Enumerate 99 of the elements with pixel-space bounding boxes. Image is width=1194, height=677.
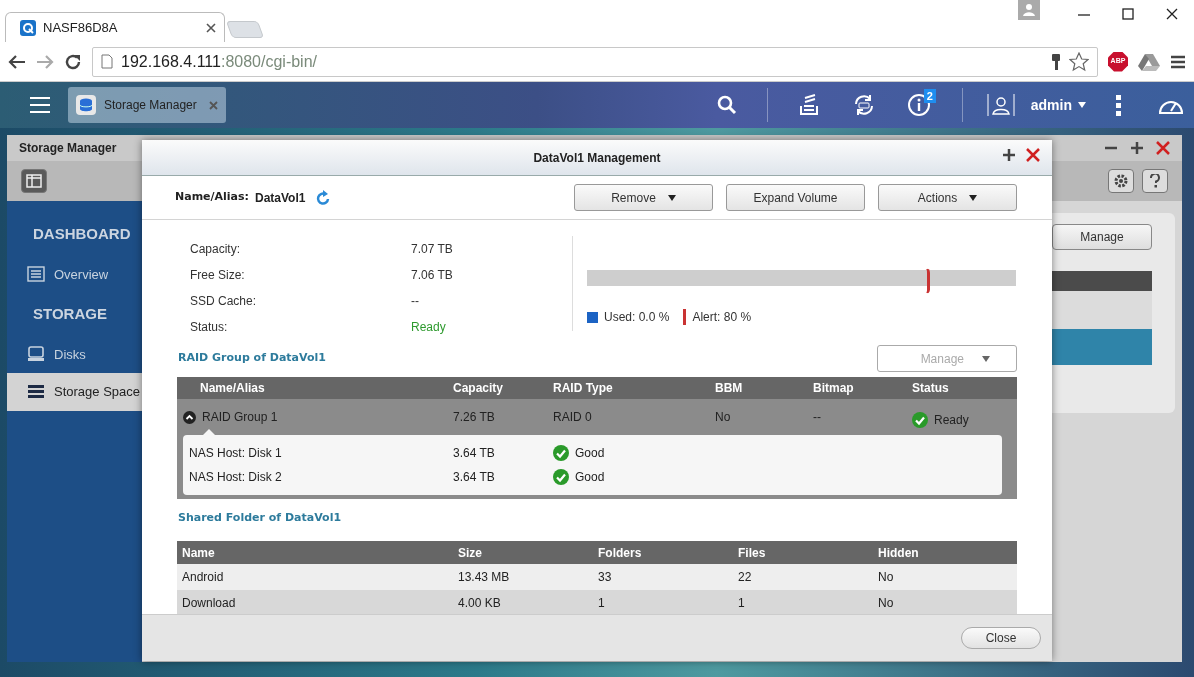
help-icon	[1150, 174, 1160, 188]
info-value: 7.06 TB	[411, 267, 453, 284]
notification-count: 2	[923, 89, 936, 103]
column-header: RAID Type	[553, 380, 614, 397]
dropdown-button[interactable]: Remove	[574, 184, 713, 211]
user-menu[interactable]: admin	[1030, 94, 1086, 116]
info-value: --	[411, 293, 419, 310]
column-header: Size	[457, 544, 483, 562]
table-cell-text: RAID 0	[553, 409, 593, 426]
check-icon	[553, 445, 569, 461]
dropdown-button[interactable]: Actions	[878, 184, 1017, 211]
column-header: Status	[912, 380, 950, 397]
collapse-icon[interactable]	[183, 410, 196, 424]
address-field[interactable]: 192.168.4.111:8080/cgi-bin/	[92, 46, 1098, 77]
manage-button[interactable]: Manage	[1052, 224, 1152, 250]
status-text: Good	[575, 445, 605, 462]
key-icon[interactable]	[1051, 52, 1061, 71]
stack-icon	[27, 383, 45, 400]
q-logo-icon	[20, 19, 36, 36]
table-cell-text: --	[813, 409, 822, 426]
maximize-icon[interactable]	[1130, 141, 1144, 155]
sidebar-item[interactable]: Overview	[7, 255, 142, 293]
info-label: Free Size:	[190, 267, 246, 284]
maximize-icon[interactable]	[1002, 148, 1016, 162]
layout-icon	[26, 174, 42, 188]
legend-label: Alert: 80 %	[692, 309, 752, 326]
info-value: Ready	[411, 319, 446, 336]
section-heading: RAID Group of DataVol1	[177, 350, 326, 367]
status-text: Ready	[934, 411, 969, 429]
refresh-icon[interactable]	[315, 189, 332, 206]
table-cell-text: 3.64 TB	[453, 469, 496, 486]
table-cell-text: 1	[737, 595, 746, 612]
table-cell-text: 33	[597, 569, 613, 586]
table-cell-text: RAID Group 1	[202, 409, 278, 426]
legend-label: Used: 0.0 %	[604, 309, 670, 326]
window-title: Storage Manager	[19, 140, 117, 157]
reload-icon[interactable]	[64, 52, 82, 71]
list-icon	[27, 266, 45, 283]
info-label: Status:	[190, 319, 229, 336]
sidebar-item[interactable]: Storage Space	[7, 373, 142, 411]
menu-icon[interactable]	[1170, 53, 1186, 70]
legend-swatch	[683, 309, 687, 325]
dialog-title: DataVol1 Management	[533, 149, 661, 167]
settings-button[interactable]	[1108, 169, 1134, 193]
database-icon	[76, 95, 96, 115]
column-header: Name	[181, 544, 216, 562]
column-header: Files	[737, 544, 767, 562]
action-button[interactable]: Expand Volume	[726, 184, 865, 211]
table-cell-text: 13.43 MB	[457, 569, 511, 586]
section-heading: DASHBOARD	[32, 224, 132, 244]
app-tab[interactable]: Storage Manager	[68, 87, 226, 123]
page-icon	[101, 54, 113, 69]
name-value: DataVol1	[255, 189, 306, 207]
section-heading: STORAGE	[32, 304, 108, 324]
check-icon	[553, 469, 569, 485]
help-button[interactable]	[1142, 169, 1168, 193]
table-cell-text: 3.64 TB	[453, 445, 496, 462]
info-value: 7.07 TB	[411, 241, 453, 258]
column-header: Name/Alias	[199, 380, 266, 397]
disk-icon	[27, 346, 45, 363]
info-label: SSD Cache:	[190, 293, 258, 310]
menu-icon[interactable]	[30, 97, 50, 113]
check-icon	[912, 411, 928, 428]
table-cell-text: No	[715, 409, 732, 426]
table-cell-text: NAS Host: Disk 1	[188, 445, 283, 462]
star-icon[interactable]	[1069, 51, 1089, 72]
search-icon[interactable]	[716, 94, 737, 116]
table-cell-text: Android	[181, 569, 225, 586]
user-icon[interactable]	[986, 94, 1015, 116]
back-icon[interactable]	[8, 53, 26, 70]
table-cell-text: 1	[597, 595, 606, 612]
table-cell-text: 7.26 TB	[453, 409, 496, 426]
table-cell-text: No	[877, 569, 895, 586]
legend-swatch	[587, 311, 598, 323]
column-header: Capacity	[453, 380, 505, 397]
table-cell-text: No	[877, 595, 895, 612]
close-icon[interactable]	[206, 22, 216, 33]
status-text: Good	[575, 469, 605, 486]
table-cell-text: 4.00 KB	[457, 595, 502, 612]
url-text: 192.168.4.111:8080/cgi-bin/	[121, 51, 318, 72]
column-header: Bitmap	[813, 380, 855, 397]
gear-icon	[1113, 173, 1129, 189]
name-label: Name/Alias:	[175, 189, 249, 206]
column-header: Folders	[597, 544, 643, 562]
column-header: BBM	[715, 380, 744, 397]
section-heading: Shared Folder of DataVol1	[177, 510, 342, 527]
table-cell-text: NAS Host: Disk 2	[188, 469, 283, 486]
info-icon[interactable]	[907, 94, 932, 116]
column-header: Hidden	[877, 544, 920, 562]
drive-icon[interactable]	[1138, 52, 1160, 71]
more-icon[interactable]	[1116, 94, 1122, 116]
browser-tab[interactable]: NASF86D8A	[5, 12, 225, 42]
info-label: Capacity:	[190, 241, 242, 258]
layout-button[interactable]	[21, 169, 47, 193]
close-button[interactable]: Close	[961, 627, 1041, 649]
table-cell-text: 22	[737, 569, 753, 586]
stack-icon[interactable]	[797, 94, 820, 116]
sidebar-item[interactable]: Disks	[7, 335, 142, 373]
table-cell-text: Download	[181, 595, 237, 612]
